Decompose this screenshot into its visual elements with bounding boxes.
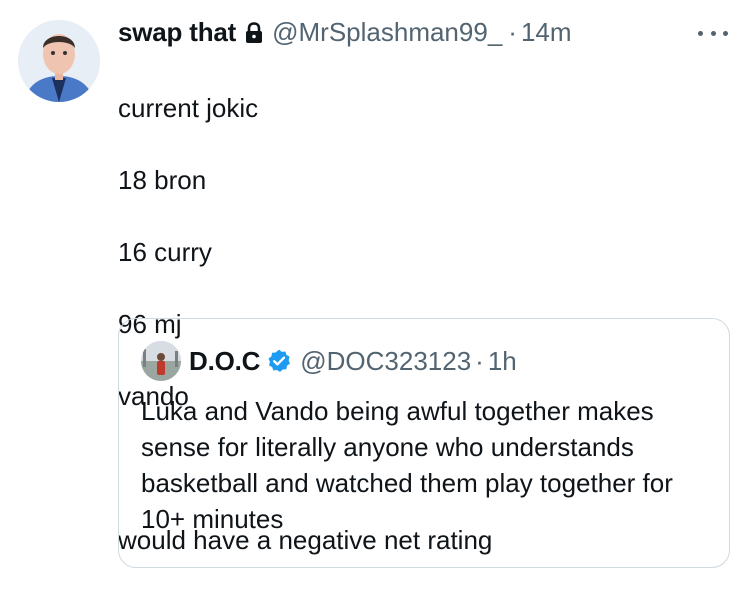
verified-badge-icon xyxy=(268,349,291,372)
handle[interactable]: @MrSplashman99_ xyxy=(272,14,502,50)
lock-icon xyxy=(244,17,264,43)
display-name[interactable]: swap that xyxy=(118,14,236,50)
quoted-tweet[interactable]: D.O.C @DOC323123 · 1h Luka and Vando bei… xyxy=(118,318,730,568)
separator-dot: · xyxy=(475,346,484,376)
separator-dot: · xyxy=(508,17,517,47)
timestamp[interactable]: 14m xyxy=(521,14,572,50)
quoted-display-name[interactable]: D.O.C xyxy=(189,343,260,379)
more-options-icon[interactable] xyxy=(698,24,728,42)
tweet-header: swap that @MrSplashman99_ · 14m xyxy=(118,14,572,50)
quoted-handle[interactable]: @DOC323123 xyxy=(300,343,471,379)
tweet-line: 18 bron xyxy=(118,165,207,195)
avatar[interactable] xyxy=(18,20,100,102)
quoted-timestamp[interactable]: 1h xyxy=(488,343,517,379)
quoted-avatar xyxy=(141,341,181,381)
tweet-line: current jokic xyxy=(118,93,259,123)
quoted-tweet-header: D.O.C @DOC323123 · 1h xyxy=(141,341,517,381)
quoted-tweet-text: Luka and Vando being awful together make… xyxy=(141,396,673,534)
tweet-line: 16 curry xyxy=(118,237,212,267)
